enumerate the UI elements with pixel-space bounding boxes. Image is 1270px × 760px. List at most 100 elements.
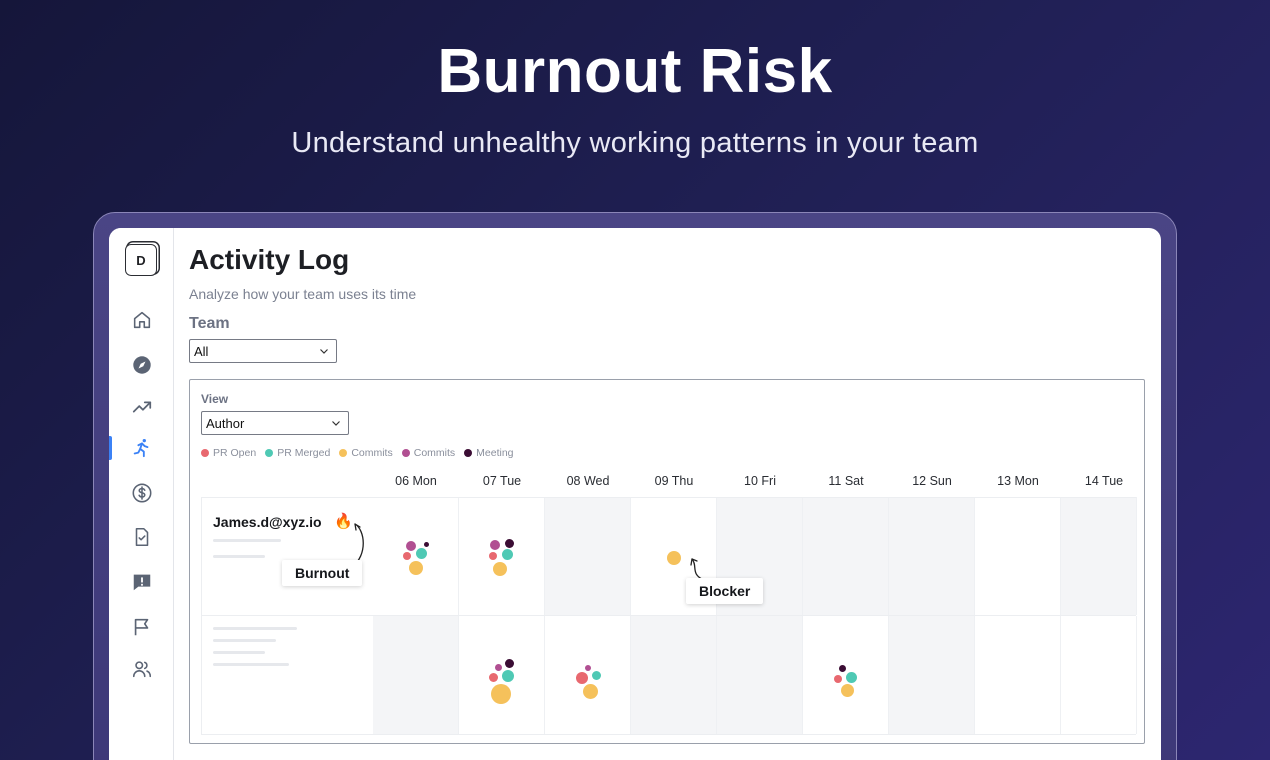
day-header: 09 Thu: [654, 474, 694, 488]
legend-item: Commits: [401, 447, 456, 459]
app-screen: D Activity Log Analyze how your team use…: [109, 228, 1161, 760]
activity-dot: [403, 552, 411, 560]
dollar-icon: [132, 483, 151, 503]
row-divider: [201, 497, 202, 734]
activity-dot: [576, 672, 588, 684]
activity-dot: [505, 659, 514, 668]
legend-dot: [464, 449, 473, 457]
activity-dot: [841, 684, 854, 697]
day-cell[interactable]: [1061, 616, 1137, 734]
main-content: Activity Log Analyze how your team uses …: [189, 228, 1161, 760]
day-header: 06 Mon: [395, 474, 437, 488]
activity-dot: [839, 665, 846, 672]
activity-dot: [489, 673, 498, 682]
day-cell[interactable]: [803, 497, 889, 615]
nav-trends[interactable]: [109, 392, 174, 422]
day-cell[interactable]: [717, 616, 803, 734]
legend-label: Commits: [413, 447, 456, 459]
burnout-callout: Burnout: [282, 560, 363, 586]
view-select[interactable]: Author: [201, 411, 349, 435]
day-header: 13 Mon: [997, 474, 1039, 488]
day-header: 07 Tue: [482, 474, 522, 488]
day-header: 10 Fri: [744, 474, 776, 488]
app-logo[interactable]: D: [125, 244, 157, 276]
activity-dot: [502, 549, 513, 560]
activity-dot: [502, 670, 514, 682]
activity-dot: [592, 671, 601, 680]
row-divider: [201, 615, 1136, 616]
day-cell[interactable]: [975, 497, 1061, 615]
legend-item: Commits: [339, 447, 393, 459]
chevron-down-icon: [320, 349, 328, 354]
placeholder-line: [213, 539, 281, 542]
checklist-icon: [135, 527, 148, 547]
legend-dot: [401, 449, 410, 457]
activity-dot: [416, 548, 427, 559]
activity-dot: [491, 684, 511, 704]
day-header: 08 Wed: [566, 474, 610, 488]
page-subtitle: Analyze how your team uses its time: [189, 286, 417, 302]
day-cell[interactable]: [545, 616, 631, 734]
home-icon: [133, 311, 150, 329]
day-header: 14 Tue: [1084, 474, 1124, 488]
day-cell[interactable]: [373, 616, 459, 734]
day-cell[interactable]: [545, 497, 631, 615]
activity-dot: [424, 542, 429, 547]
activity-dot: [846, 672, 857, 683]
nav-feedback[interactable]: [109, 567, 174, 597]
placeholder-line: [213, 555, 265, 558]
activity-dot: [585, 665, 591, 671]
legend-label: Commits: [351, 447, 393, 459]
activity-dot: [667, 551, 681, 565]
legend-label: PR Merged: [277, 447, 331, 459]
flag-icon: [134, 618, 148, 636]
legend-dot: [265, 449, 274, 457]
view-label: View: [201, 392, 229, 406]
day-cell[interactable]: [889, 497, 975, 615]
activity-dot: [583, 684, 598, 699]
legend-label: Meeting: [476, 447, 514, 459]
row-divider: [201, 734, 1136, 735]
hero-subtitle: Understand unhealthy working patterns in…: [291, 127, 979, 159]
legend-item: PR Open: [201, 447, 256, 459]
activity-dot: [493, 562, 507, 576]
page-title: Activity Log: [189, 244, 350, 275]
activity-dot: [409, 561, 423, 575]
activity-dot: [495, 664, 502, 671]
placeholder-line: [213, 639, 276, 642]
chevron-down-icon: [332, 421, 340, 426]
legend: PR Open PR Merged Commits Commits Meetin…: [201, 447, 514, 459]
legend-dot: [339, 449, 348, 457]
nav-home[interactable]: [109, 305, 174, 335]
nav-goals[interactable]: [109, 612, 174, 642]
nav-activity[interactable]: [109, 433, 174, 463]
row-divider: [201, 497, 1136, 498]
legend-item: PR Merged: [265, 447, 330, 459]
day-cell[interactable]: [975, 616, 1061, 734]
activity-dot: [505, 539, 514, 548]
activity-dot: [834, 675, 842, 683]
activity-dot: [406, 541, 416, 551]
team-label: Team: [189, 315, 230, 332]
team-select[interactable]: All: [189, 339, 337, 363]
author-name[interactable]: James.d@xyz.io: [213, 514, 322, 530]
view-select-value: Author: [206, 415, 245, 431]
legend-dot: [201, 449, 209, 457]
day-header: 11 Sat: [828, 474, 864, 488]
day-cell[interactable]: [631, 616, 717, 734]
legend-label: PR Open: [213, 447, 257, 459]
nav-reports[interactable]: [109, 522, 174, 552]
activity-panel: View Author PR Open PR Merged Commits Co…: [189, 379, 1145, 744]
day-cell[interactable]: [1061, 497, 1137, 615]
running-person-icon: [133, 439, 148, 458]
placeholder-line: [213, 627, 297, 630]
placeholder-line: [213, 651, 265, 654]
nav-team[interactable]: [109, 654, 174, 684]
nav-explore[interactable]: [109, 350, 174, 380]
day-cell[interactable]: [889, 616, 975, 734]
users-icon: [132, 661, 151, 678]
activity-dot: [489, 552, 497, 560]
blocker-callout: Blocker: [686, 578, 764, 604]
logo-letter: D: [136, 252, 146, 268]
nav-costs[interactable]: [109, 478, 174, 508]
